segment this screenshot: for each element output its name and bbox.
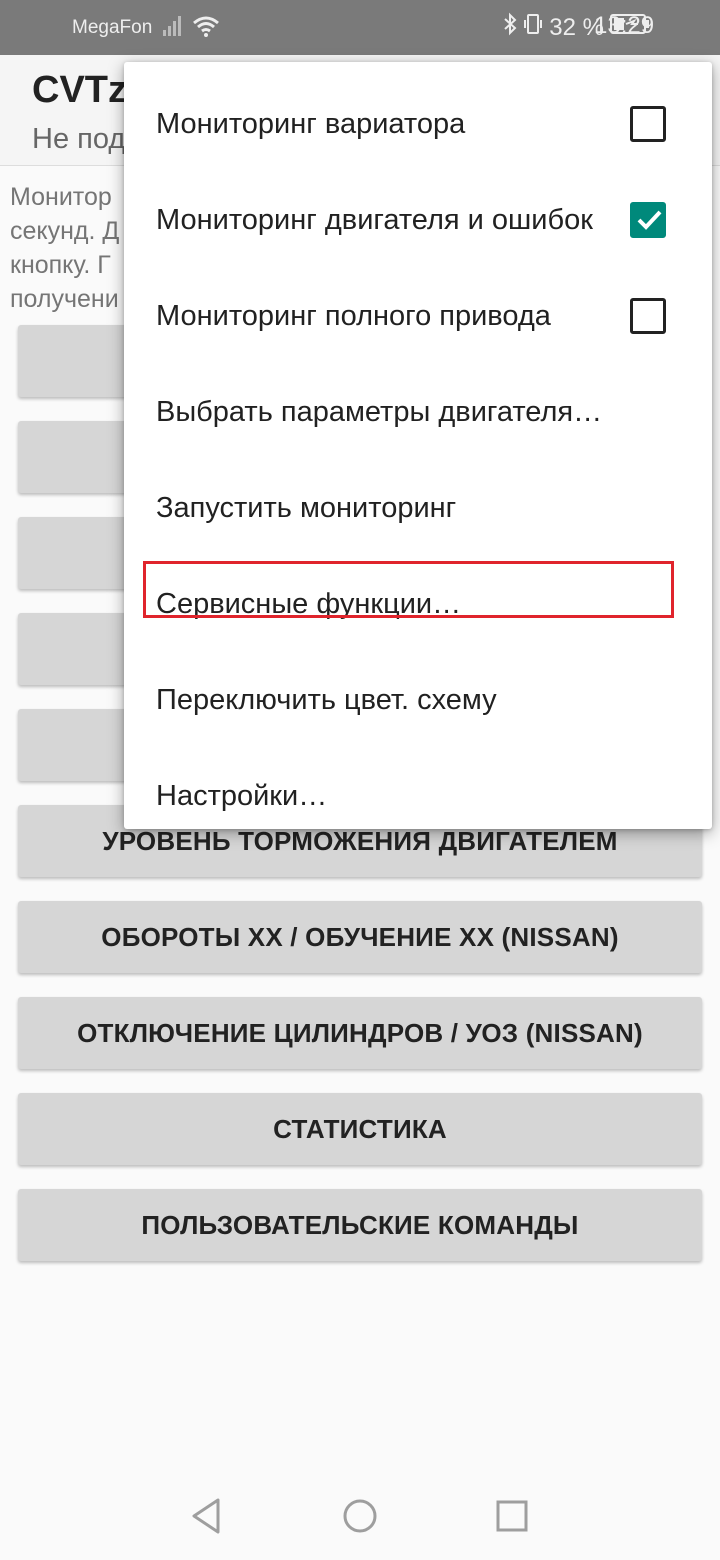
status-bar: MegaFon 32 % 13:29 <box>0 0 720 55</box>
checkbox-unchecked[interactable] <box>630 298 666 334</box>
back-icon[interactable] <box>188 1496 224 1541</box>
menu-item-select-engine-params[interactable]: Выбрать параметры двигателя… <box>124 364 712 460</box>
checkmark-icon <box>637 210 662 230</box>
idle-rpm-button[interactable]: ОБОРОТЫ ХХ / ОБУЧЕНИЕ ХХ (NISSAN) <box>18 901 702 973</box>
overflow-menu: Мониторинг вариатора Мониторинг двигател… <box>124 62 712 829</box>
highlight-box <box>143 561 674 618</box>
menu-item-awd-monitoring[interactable]: Мониторинг полного привода <box>124 268 712 364</box>
menu-item-label: Мониторинг двигателя и ошибок <box>156 203 593 236</box>
menu-item-switch-color-scheme[interactable]: Переключить цвет. схему <box>124 652 712 748</box>
cylinder-cutoff-button[interactable]: ОТКЛЮЧЕНИЕ ЦИЛИНДРОВ / УОЗ (NISSAN) <box>18 997 702 1069</box>
menu-item-start-monitoring[interactable]: Запустить мониторинг <box>124 460 712 556</box>
menu-item-label: Выбрать параметры двигателя… <box>156 395 603 428</box>
recents-icon[interactable] <box>495 1496 531 1541</box>
menu-item-label: Настройки… <box>156 779 328 812</box>
menu-item-cvt-monitoring[interactable]: Мониторинг вариатора <box>124 76 712 172</box>
vibrate-icon <box>523 12 543 43</box>
checkbox-unchecked[interactable] <box>630 106 666 142</box>
app-title: CVTz <box>32 69 127 111</box>
menu-item-label: Переключить цвет. схему <box>156 683 497 716</box>
menu-item-label: Запустить мониторинг <box>156 491 457 524</box>
navigation-bar <box>0 1476 720 1560</box>
clock: 13:29 <box>594 12 655 39</box>
custom-commands-button[interactable]: ПОЛЬЗОВАТЕЛЬСКИЕ КОМАНДЫ <box>18 1189 702 1261</box>
checkbox-checked[interactable] <box>630 202 666 238</box>
menu-item-label: Мониторинг полного привода <box>156 299 551 332</box>
statistics-button[interactable]: СТАТИСТИКА <box>18 1093 702 1165</box>
wifi-icon <box>192 14 220 43</box>
menu-item-engine-monitoring[interactable]: Мониторинг двигателя и ошибок <box>124 172 712 268</box>
menu-item-label: Мониторинг вариатора <box>156 107 466 140</box>
bluetooth-icon <box>503 12 517 43</box>
signal-icon <box>162 14 184 43</box>
carrier-label: MegaFon <box>72 17 153 38</box>
app-subtitle: Не под <box>32 123 126 155</box>
home-icon[interactable] <box>343 1496 379 1541</box>
menu-item-settings[interactable]: Настройки… <box>124 748 712 844</box>
